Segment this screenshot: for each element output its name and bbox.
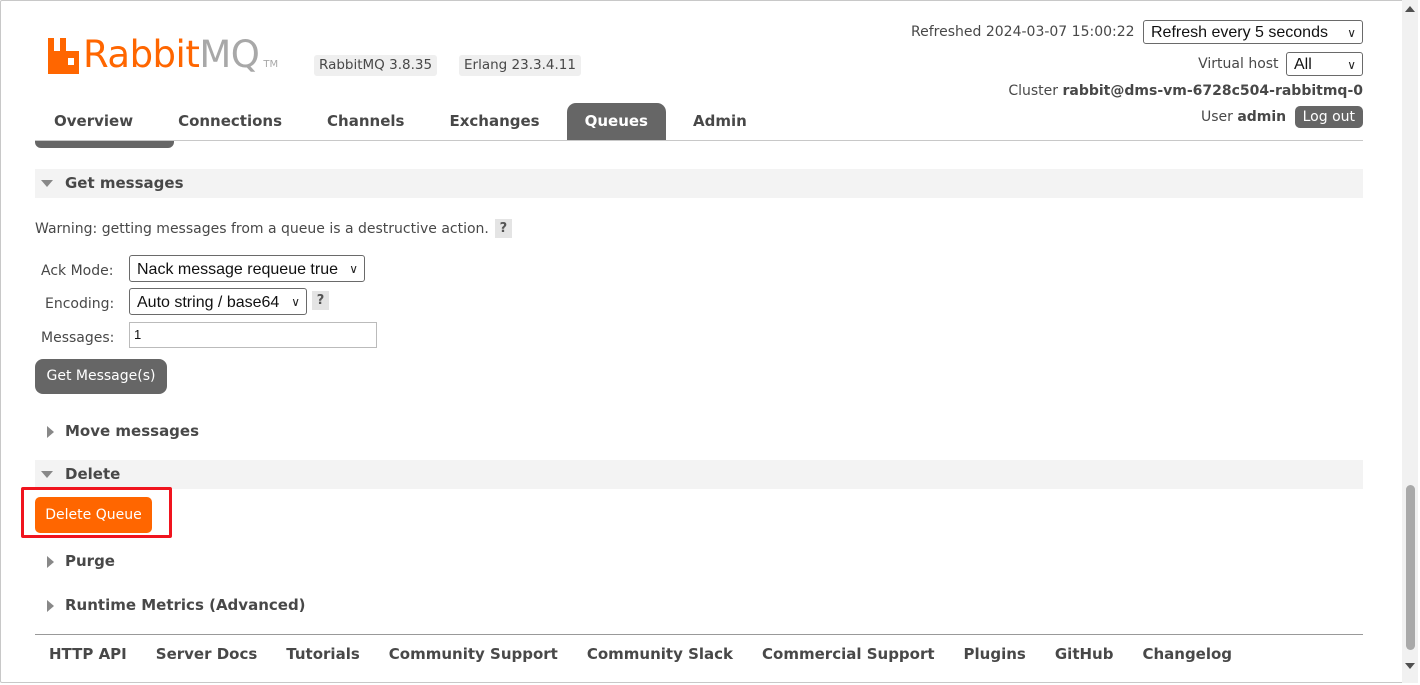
rabbit-logo-icon <box>48 38 79 74</box>
ack-mode-select[interactable]: Nack message requeue true ∨ <box>129 255 365 282</box>
tab-overview[interactable]: Overview <box>36 103 151 140</box>
encoding-label: Encoding: <box>45 296 115 312</box>
scrollbar-thumb[interactable] <box>1406 485 1415 650</box>
chevron-down-icon: ∨ <box>349 262 358 276</box>
refresh-interval-select[interactable]: Refresh every 5 seconds ∨ <box>1143 20 1363 44</box>
logo-product-text: MQ <box>199 33 260 76</box>
partially-hidden-button[interactable] <box>35 141 174 148</box>
destructive-warning: Warning: getting messages from a queue i… <box>35 219 512 238</box>
get-messages-section-toggle[interactable]: Get messages <box>41 169 184 198</box>
main-nav: Overview Connections Channels Exchanges … <box>36 103 774 140</box>
user-row: User admin Log out <box>1201 106 1363 128</box>
refresh-interval-value: Refresh every 5 seconds <box>1151 24 1328 41</box>
messages-label: Messages: <box>41 330 115 346</box>
virtual-host-value: All <box>1294 56 1312 73</box>
virtual-host-select[interactable]: All ∨ <box>1286 52 1363 76</box>
logo-trademark: TM <box>263 59 279 70</box>
footer-link-server-docs[interactable]: Server Docs <box>156 645 258 663</box>
purge-title: Purge <box>65 552 115 570</box>
user-name: admin <box>1237 109 1287 125</box>
footer-link-plugins[interactable]: Plugins <box>964 645 1026 663</box>
expand-arrow-icon <box>47 425 54 438</box>
runtime-metrics-section-toggle[interactable]: Runtime Metrics (Advanced) <box>41 591 306 620</box>
highlight-box <box>21 487 172 538</box>
chevron-down-icon: ∨ <box>1347 26 1356 40</box>
delete-section-toggle[interactable]: Delete <box>41 460 120 489</box>
virtual-host-label: Virtual host <box>1198 56 1279 72</box>
runtime-metrics-title: Runtime Metrics (Advanced) <box>65 596 306 614</box>
encoding-help-icon[interactable]: ? <box>312 291 329 310</box>
rabbitmq-version-badge: RabbitMQ 3.8.35 <box>314 55 438 76</box>
footer-link-community-slack[interactable]: Community Slack <box>587 645 733 663</box>
get-messages-header-bg <box>35 169 1363 198</box>
refresh-row: Refreshed 2024-03-07 15:00:22 Refresh ev… <box>911 20 1363 44</box>
ack-mode-value: Nack message requeue true <box>137 261 338 278</box>
chevron-down-icon: ∨ <box>291 295 300 309</box>
move-messages-section-toggle[interactable]: Move messages <box>41 417 199 446</box>
logout-button[interactable]: Log out <box>1294 106 1363 128</box>
get-messages-button[interactable]: Get Message(s) <box>35 359 167 394</box>
tab-channels[interactable]: Channels <box>309 103 422 140</box>
tab-admin[interactable]: Admin <box>675 103 765 140</box>
cluster-row: Cluster rabbit@dms-vm-6728c504-rabbitmq-… <box>1008 83 1363 99</box>
footer-link-commercial-support[interactable]: Commercial Support <box>762 645 935 663</box>
tab-exchanges[interactable]: Exchanges <box>431 103 557 140</box>
nav-divider <box>35 140 1363 141</box>
virtual-host-row: Virtual host All ∨ <box>1198 52 1363 76</box>
encoding-value: Auto string / base64 <box>137 294 280 311</box>
warning-text: Warning: getting messages from a queue i… <box>35 220 489 237</box>
scroll-down-arrow-icon[interactable] <box>1405 663 1415 669</box>
collapse-arrow-icon <box>41 180 53 187</box>
footer-link-http-api[interactable]: HTTP API <box>49 645 127 663</box>
messages-count-input[interactable]: 1 <box>129 322 377 348</box>
encoding-select[interactable]: Auto string / base64 ∨ <box>129 288 307 315</box>
erlang-version-badge: Erlang 23.3.4.11 <box>459 55 581 76</box>
refreshed-timestamp: Refreshed 2024-03-07 15:00:22 <box>911 24 1135 40</box>
cluster-label: Cluster <box>1008 83 1059 99</box>
help-icon[interactable]: ? <box>494 219 512 238</box>
expand-arrow-icon <box>47 599 54 612</box>
ack-mode-label: Ack Mode: <box>41 263 114 279</box>
collapse-arrow-icon <box>41 471 53 478</box>
footer-link-tutorials[interactable]: Tutorials <box>286 645 359 663</box>
tab-connections[interactable]: Connections <box>160 103 300 140</box>
chevron-down-icon: ∨ <box>1347 58 1356 72</box>
scroll-up-arrow-icon[interactable] <box>1405 6 1415 12</box>
cluster-name: rabbit@dms-vm-6728c504-rabbitmq-0 <box>1062 83 1363 99</box>
expand-arrow-icon <box>47 555 54 568</box>
delete-title: Delete <box>65 465 121 483</box>
footer-link-community-support[interactable]: Community Support <box>389 645 558 663</box>
user-label: User <box>1200 109 1233 125</box>
get-messages-title: Get messages <box>65 174 184 192</box>
logo-brand-text: Rabbit <box>83 33 200 76</box>
footer-links: HTTP API Server Docs Tutorials Community… <box>49 645 1261 663</box>
footer-divider <box>35 634 1363 635</box>
footer-link-github[interactable]: GitHub <box>1055 645 1114 663</box>
rabbitmq-logo[interactable]: RabbitMQ TM <box>48 34 278 74</box>
move-messages-title: Move messages <box>65 422 200 440</box>
purge-section-toggle[interactable]: Purge <box>41 547 115 576</box>
tab-queues[interactable]: Queues <box>566 103 666 140</box>
delete-header-bg <box>35 460 1363 489</box>
footer-link-changelog[interactable]: Changelog <box>1142 645 1232 663</box>
